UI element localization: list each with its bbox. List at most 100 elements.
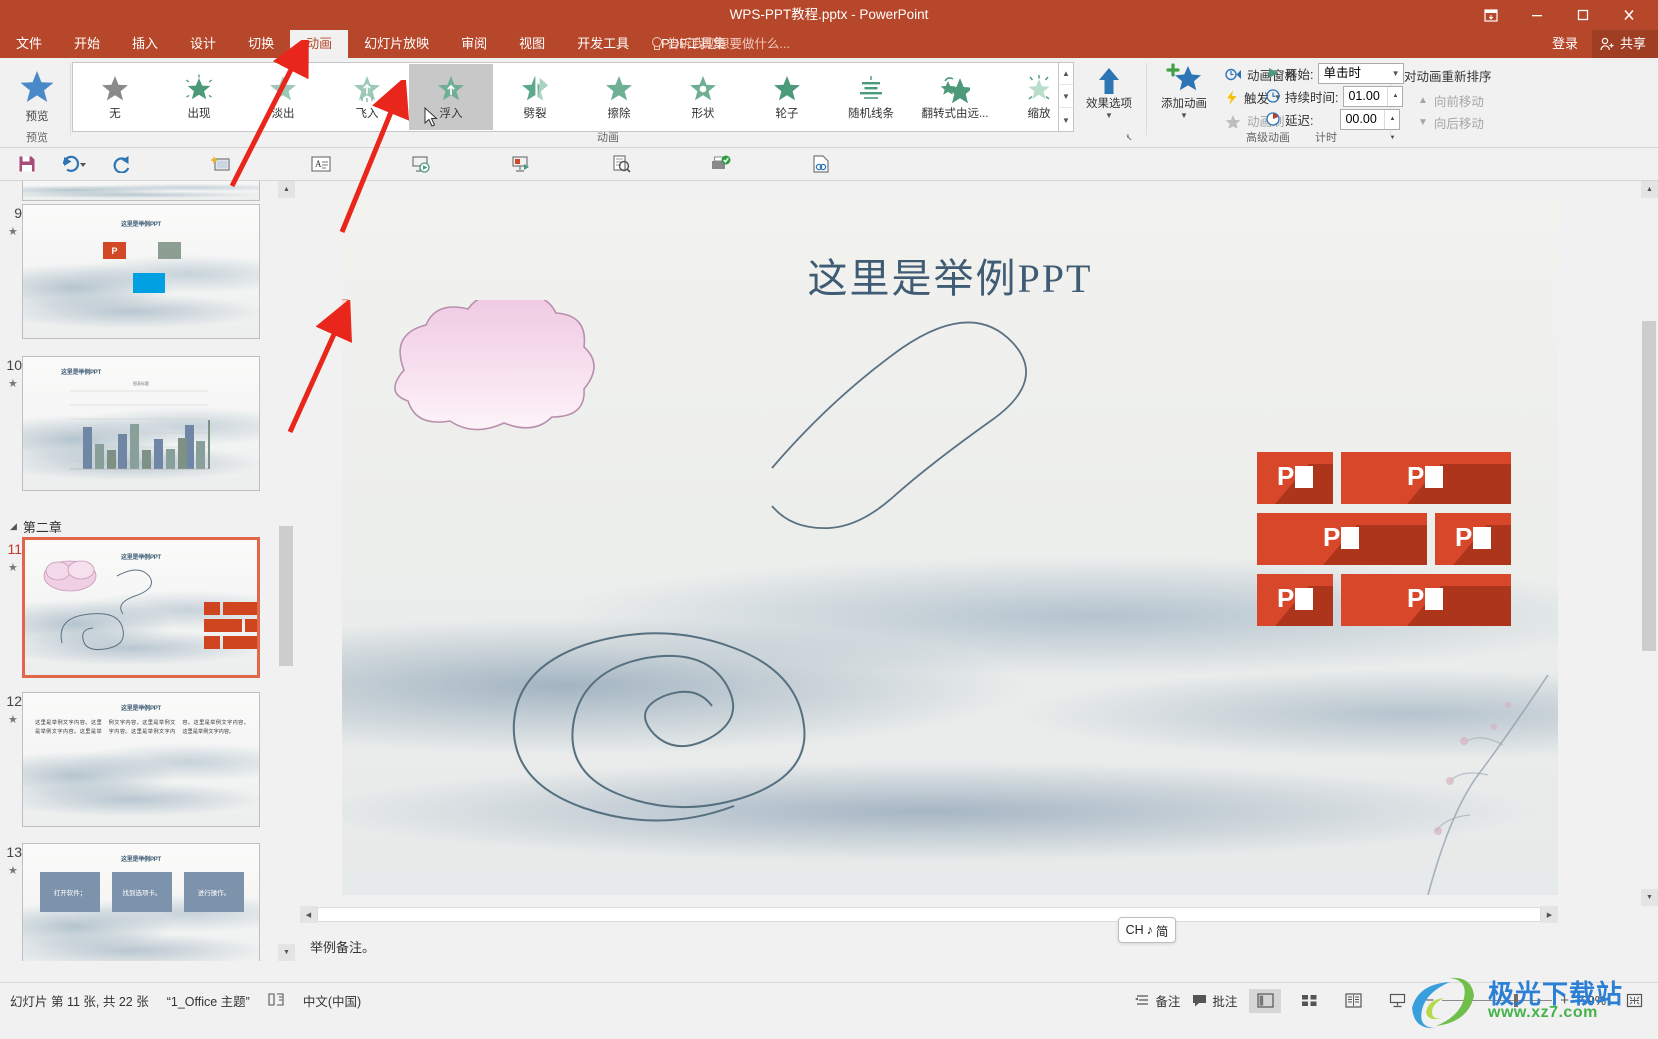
slide-scroll-down-button[interactable]: ▼ xyxy=(1641,889,1658,906)
delay-spinner[interactable]: ▲ ▼ xyxy=(1384,109,1399,141)
thumbnail-scroll-thumb[interactable] xyxy=(279,526,293,666)
undo-button[interactable] xyxy=(48,149,100,179)
spiral-shape[interactable] xyxy=(412,578,892,878)
zoom-in-button[interactable]: + xyxy=(1560,992,1569,1009)
slide-scroll-up-button[interactable]: ▲ xyxy=(1641,181,1658,198)
text-box-button[interactable]: A xyxy=(300,149,342,179)
thumbnail-slide-10[interactable]: 这里是举例PPT 图表标题 xyxy=(22,356,260,491)
gallery-more-button[interactable]: ▼ xyxy=(1059,109,1073,131)
cloud-shape[interactable] xyxy=(352,300,632,460)
slide-counter[interactable]: 幻灯片 第 11 张, 共 22 张 xyxy=(10,991,149,1010)
thumbnail-scroll-down-button[interactable]: ▼ xyxy=(278,944,295,961)
view-normal-button[interactable] xyxy=(1249,988,1282,1013)
save-button[interactable] xyxy=(6,149,48,179)
close-button[interactable] xyxy=(1606,0,1652,30)
print-preview-button[interactable] xyxy=(600,149,642,179)
delay-spin-up[interactable]: ▲ xyxy=(1385,110,1399,129)
hyperlink-button[interactable] xyxy=(800,149,842,179)
start-dropdown[interactable]: 单击时 ▼ xyxy=(1318,62,1405,84)
anim-item-floatin[interactable]: 浮入 xyxy=(409,64,493,130)
view-reading-button[interactable] xyxy=(1337,989,1369,1013)
anim-item-randombars[interactable]: 随机线条 xyxy=(829,64,913,130)
tab-transitions[interactable]: 切换 xyxy=(232,30,290,58)
collapse-triangle-icon[interactable]: ◢ xyxy=(10,521,17,532)
zoom-out-button[interactable]: − xyxy=(1425,992,1434,1009)
notes-button[interactable]: 备注 xyxy=(1135,991,1180,1010)
tell-me-box[interactable]: 告诉我您想要做什么... xyxy=(650,30,790,58)
zoom-knob[interactable] xyxy=(1514,994,1519,1007)
anim-item-fade[interactable]: 淡出 xyxy=(241,64,325,130)
anim-item-wipe[interactable]: 擦除 xyxy=(577,64,661,130)
delay-input[interactable]: 00.00 ▲ ▼ xyxy=(1340,108,1401,141)
slide-scroll-right-button[interactable]: ▶ xyxy=(1541,906,1558,923)
slide-thumbnail-pane[interactable]: 9 ★ 这里是举例PPT 10 ★ 这里是举例PPT 图表标题 xyxy=(0,181,278,961)
animation-dialog-launcher[interactable]: ⭶ xyxy=(1122,132,1136,146)
thumbnail-slide-11[interactable]: 这里是举例PPT xyxy=(22,537,260,678)
anim-item-flipfar[interactable]: 翻转式由远... xyxy=(913,64,997,130)
language-indicator[interactable]: 中文(中国) xyxy=(303,991,361,1010)
thumbnail-slide-9[interactable]: 这里是举例PPT xyxy=(22,204,260,339)
anim-item-none[interactable]: 无 xyxy=(73,64,157,130)
anim-item-shape[interactable]: 形状 xyxy=(661,64,745,130)
anim-item-split[interactable]: 劈裂 xyxy=(493,64,577,130)
effect-options-button[interactable]: 效果选项 ▼ xyxy=(1078,62,1140,134)
duration-spin-up[interactable]: ▲ xyxy=(1388,87,1402,106)
gallery-scrollbar[interactable]: ▲ ▼ ▼ xyxy=(1058,62,1074,132)
zoom-slider[interactable]: − + xyxy=(1425,992,1569,1009)
spell-check-button[interactable] xyxy=(700,149,742,179)
ppt-tile-5[interactable]: P xyxy=(1257,574,1333,626)
start-slideshow-button[interactable] xyxy=(400,149,442,179)
slide-scroll-thumb[interactable] xyxy=(1642,321,1656,651)
tab-slideshow[interactable]: 幻灯片放映 xyxy=(348,30,445,58)
maximize-button[interactable] xyxy=(1560,0,1606,30)
duration-input[interactable]: 01.00 ▲ ▼ xyxy=(1343,85,1404,118)
slide-hscroll-track[interactable] xyxy=(317,907,1541,922)
notes-pane[interactable]: 举例备注。 xyxy=(300,930,1558,962)
slide-title[interactable]: 这里是举例PPT xyxy=(342,246,1558,304)
gallery-scroll-up-button[interactable]: ▲ xyxy=(1059,63,1073,85)
ribbon-display-options-button[interactable] xyxy=(1468,0,1514,30)
thumbnail-scroll-up-button[interactable]: ▲ xyxy=(278,181,295,198)
ppt-tile-3[interactable]: P xyxy=(1257,513,1427,565)
thumbnail-slide-13[interactable]: 这里是举例PPT 打开软件； 找到选项卡。 进行操作。 xyxy=(22,843,260,961)
duration-spinner[interactable]: ▲ ▼ xyxy=(1387,86,1402,118)
redo-button[interactable] xyxy=(100,149,142,179)
comments-button[interactable]: 批注 xyxy=(1192,991,1237,1010)
ppt-tile-6[interactable]: P xyxy=(1341,574,1511,626)
tab-insert[interactable]: 插入 xyxy=(116,30,174,58)
signin-button[interactable]: 登录 xyxy=(1538,30,1592,58)
anim-item-wheel[interactable]: 轮子 xyxy=(745,64,829,130)
slide-scroll-left-button[interactable]: ◀ xyxy=(300,906,317,923)
anim-item-appear[interactable]: 出现 xyxy=(157,64,241,130)
view-slide-sorter-button[interactable] xyxy=(1293,989,1325,1013)
move-earlier-button[interactable]: ▲ 向前移动 xyxy=(1418,90,1484,110)
ppt-tile-1[interactable]: P xyxy=(1257,452,1333,504)
section-header[interactable]: ◢ 第二章 xyxy=(10,517,62,536)
curve-line-shape[interactable] xyxy=(742,308,1142,578)
preview-button[interactable]: 预览 xyxy=(8,62,66,130)
add-animation-button[interactable]: 添加动画 ▼ xyxy=(1152,62,1216,134)
animation-gallery[interactable]: 无 出现 淡出 飞入 浮入 劈裂 擦除 形状 轮子 随机线条 翻转式由远... … xyxy=(72,62,1072,132)
theme-name[interactable]: “1_Office 主题” xyxy=(167,991,250,1010)
ppt-tile-4[interactable]: P xyxy=(1435,513,1511,565)
slideshow-from-current-button[interactable] xyxy=(500,149,542,179)
move-later-button[interactable]: ▼ 向后移动 xyxy=(1418,112,1484,132)
tab-design[interactable]: 设计 xyxy=(174,30,232,58)
slide-canvas[interactable]: 这里是举例PPT 1 P P P P P xyxy=(342,198,1558,895)
tab-file[interactable]: 文件 xyxy=(0,30,58,58)
ppt-tile-2[interactable]: P xyxy=(1341,452,1511,504)
thumbnail-pane-scrollbar[interactable]: ▲ ▼ xyxy=(278,181,295,961)
slide-horizontal-scrollbar[interactable]: ◀ ▶ xyxy=(300,906,1558,923)
minimize-button[interactable] xyxy=(1514,0,1560,30)
accessibility-icon[interactable] xyxy=(268,992,285,1009)
thumbnail-slide-8[interactable] xyxy=(22,181,260,201)
gallery-scroll-down-button[interactable]: ▼ xyxy=(1059,86,1073,108)
animation-order-badge[interactable]: 1 xyxy=(342,299,348,317)
new-slide-button[interactable] xyxy=(200,149,242,179)
fit-to-window-button[interactable] xyxy=(1618,989,1650,1013)
tab-view[interactable]: 视图 xyxy=(503,30,561,58)
tab-review[interactable]: 审阅 xyxy=(445,30,503,58)
view-slideshow-button[interactable] xyxy=(1381,989,1413,1013)
zoom-track[interactable] xyxy=(1442,994,1553,1007)
tab-home[interactable]: 开始 xyxy=(58,30,116,58)
